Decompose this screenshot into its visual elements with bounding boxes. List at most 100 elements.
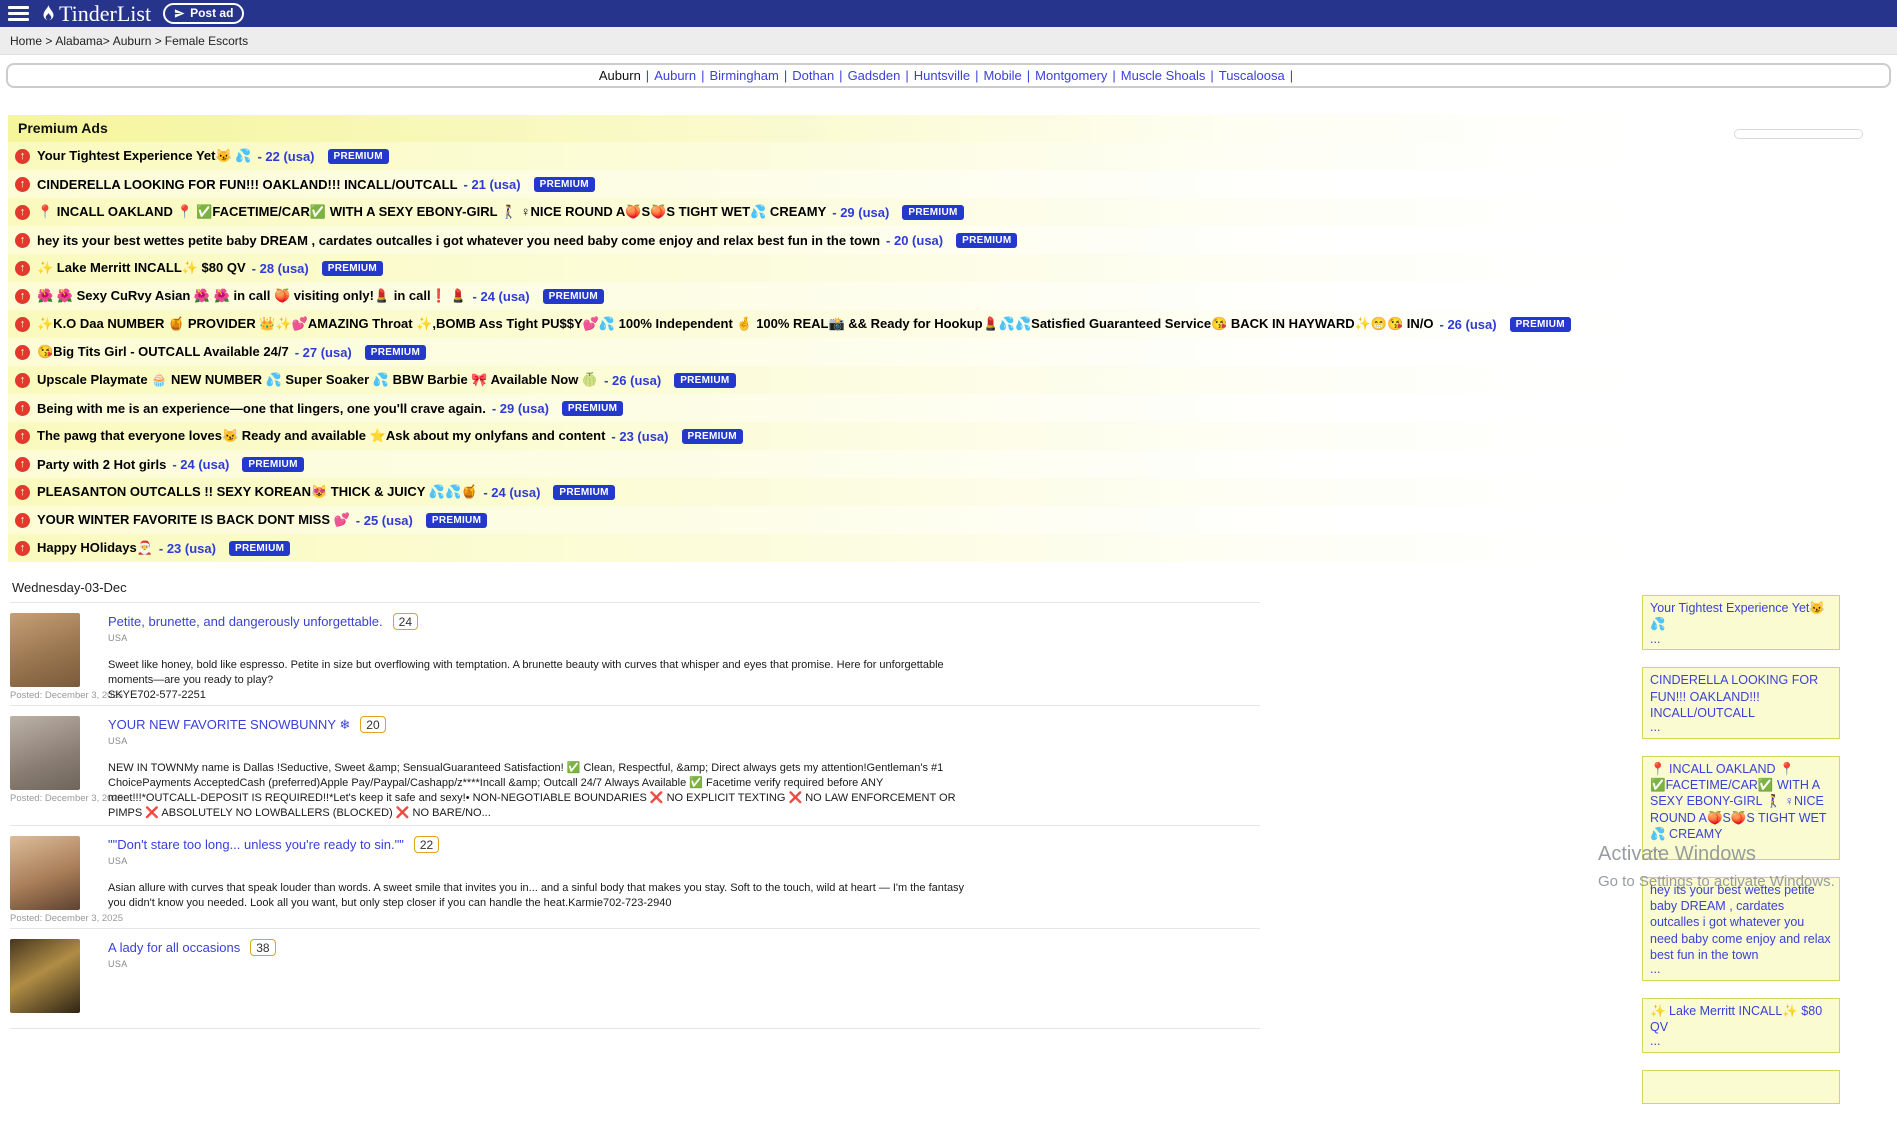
up-arrow-icon: ↑ <box>15 149 30 164</box>
listing-title-link[interactable]: Petite, brunette, and dangerously unforg… <box>108 614 383 629</box>
city-separator: | <box>701 68 704 83</box>
up-arrow-icon: ↑ <box>15 205 30 220</box>
premium-ad-row[interactable]: ↑ Party with 2 Hot girls - 24 (usa) PREM… <box>8 450 1638 478</box>
premium-badge: PREMIUM <box>229 541 290 556</box>
city-separator: | <box>839 68 842 83</box>
city-link[interactable]: Birmingham <box>710 68 779 83</box>
premium-ad-row[interactable]: ↑ Happy HOlidays🎅 - 23 (usa) PREMIUM <box>8 534 1638 562</box>
premium-ad-row[interactable]: ↑ ✨K.O Daa NUMBER 🍯 PROVIDER 👑✨💕AMAZING … <box>8 310 1638 338</box>
premium-badge: PREMIUM <box>562 401 623 416</box>
listing-photo-column <box>10 939 82 1024</box>
post-ad-button[interactable]: Post ad <box>163 3 244 24</box>
sidebar-ad-box[interactable]: hey its your best wettes petite baby DRE… <box>1642 877 1840 981</box>
premium-ad-age: - 23 (usa) <box>611 429 668 444</box>
city-separator: | <box>975 68 978 83</box>
sidebar-ad-box[interactable]: CINDERELLA LOOKING FOR FUN!!! OAKLAND!!!… <box>1642 667 1840 739</box>
up-arrow-icon: ↑ <box>15 345 30 360</box>
breadcrumb-link[interactable]: Female Escorts <box>165 34 248 48</box>
premium-ad-title[interactable]: Your Tightest Experience Yet😼 💦 <box>37 148 251 164</box>
sidebar-ad-box[interactable]: Your Tightest Experience Yet😼 💦 ... <box>1642 595 1840 650</box>
premium-ad-age: - 24 (usa) <box>473 289 530 304</box>
city-link[interactable]: Mobile <box>983 68 1021 83</box>
premium-ad-row[interactable]: ↑ 🌺 🌺 Sexy CuRvy Asian 🌺 🌺 in call 🍑 vis… <box>8 282 1638 310</box>
up-arrow-icon: ↑ <box>15 485 30 500</box>
city-link[interactable]: Montgomery <box>1035 68 1107 83</box>
premium-ad-age: - 29 (usa) <box>832 205 889 220</box>
premium-ad-title[interactable]: The pawg that everyone loves😼 Ready and … <box>37 428 605 444</box>
sidebar-ad-link[interactable]: 📍 INCALL OAKLAND 📍 ✅FACETIME/CAR✅ WITH A… <box>1650 761 1832 842</box>
premium-ad-title[interactable]: ✨ Lake Merritt INCALL✨ $80 QV <box>37 260 246 276</box>
premium-ad-title[interactable]: Upscale Playmate 🧁 NEW NUMBER 💦 Super So… <box>37 372 598 388</box>
premium-ad-title[interactable]: 📍 INCALL OAKLAND 📍 ✅FACETIME/CAR✅ WITH A… <box>37 204 826 220</box>
listings-list: Posted: December 3, 2025 Petite, brunett… <box>10 603 1260 1029</box>
city-separator: | <box>646 68 649 83</box>
age-badge: 38 <box>250 939 275 956</box>
premium-ad-title[interactable]: ✨K.O Daa NUMBER 🍯 PROVIDER 👑✨💕AMAZING Th… <box>37 316 1434 332</box>
sidebar-ad-link[interactable]: ✨ Lake Merritt INCALL✨ $80 QV <box>1650 1003 1832 1036</box>
up-arrow-icon: ↑ <box>15 233 30 248</box>
sidebar-ad-link[interactable]: hey its your best wettes petite baby DRE… <box>1650 882 1832 963</box>
premium-ad-row[interactable]: ↑ CINDERELLA LOOKING FOR FUN!!! OAKLAND!… <box>8 170 1638 198</box>
premium-ad-row[interactable]: ↑ 📍 INCALL OAKLAND 📍 ✅FACETIME/CAR✅ WITH… <box>8 198 1638 226</box>
scrollbar-pill[interactable] <box>1734 129 1863 139</box>
city-link[interactable]: Tuscaloosa <box>1219 68 1285 83</box>
listing-title-row: Petite, brunette, and dangerously unforg… <box>108 613 968 630</box>
premium-ad-row[interactable]: ↑ hey its your best wettes petite baby D… <box>8 226 1638 254</box>
sidebar-ad-ellipsis: ... <box>1650 1035 1832 1049</box>
listing-photo[interactable] <box>10 939 80 1013</box>
city-separator: | <box>905 68 908 83</box>
sidebar-ad-link[interactable]: Your Tightest Experience Yet😼 💦 <box>1650 600 1832 633</box>
city-link[interactable]: Muscle Shoals <box>1121 68 1206 83</box>
premium-ad-row[interactable]: ↑ PLEASANTON OUTCALLS !! SEXY KOREAN😻 TH… <box>8 478 1638 506</box>
listing-title-row: A lady for all occasions 38 <box>108 939 276 956</box>
sidebar-ad-link[interactable]: CINDERELLA LOOKING FOR FUN!!! OAKLAND!!!… <box>1650 672 1832 721</box>
breadcrumb-link[interactable]: Home > <box>10 34 52 48</box>
up-arrow-icon: ↑ <box>15 289 30 304</box>
premium-ad-title[interactable]: YOUR WINTER FAVORITE IS BACK DONT MISS 💕 <box>37 512 350 528</box>
premium-ad-row[interactable]: ↑ 😘Big Tits Girl - OUTCALL Available 24/… <box>8 338 1638 366</box>
premium-ad-age: - 29 (usa) <box>492 401 549 416</box>
premium-ad-row[interactable]: ↑ Your Tightest Experience Yet😼 💦 - 22 (… <box>8 142 1638 170</box>
sidebar-ad-box[interactable]: 📍 INCALL OAKLAND 📍 ✅FACETIME/CAR✅ WITH A… <box>1642 756 1840 860</box>
premium-ad-row[interactable]: ↑ ✨ Lake Merritt INCALL✨ $80 QV - 28 (us… <box>8 254 1638 282</box>
age-badge: 24 <box>393 613 418 630</box>
listing-country: USA <box>108 959 276 969</box>
premium-badge: PREMIUM <box>902 205 963 220</box>
premium-ad-title[interactable]: 🌺 🌺 Sexy CuRvy Asian 🌺 🌺 in call 🍑 visit… <box>37 288 467 304</box>
premium-ad-row[interactable]: ↑ Being with me is an experience—one tha… <box>8 394 1638 422</box>
listing-country: USA <box>108 633 968 643</box>
listing-photo[interactable] <box>10 613 80 687</box>
premium-ad-row[interactable]: ↑ YOUR WINTER FAVORITE IS BACK DONT MISS… <box>8 506 1638 534</box>
brand-logo[interactable]: TinderList <box>41 3 151 25</box>
city-link[interactable]: Auburn <box>654 68 696 83</box>
listing-photo[interactable] <box>10 716 80 790</box>
listing-title-link[interactable]: ""Don't stare too long... unless you're … <box>108 837 404 852</box>
listing-title-link[interactable]: YOUR NEW FAVORITE SNOWBUNNY ❄ <box>108 717 350 733</box>
premium-ad-title[interactable]: PLEASANTON OUTCALLS !! SEXY KOREAN😻 THIC… <box>37 484 477 500</box>
city-link[interactable]: Dothan <box>792 68 834 83</box>
listing-description: NEW IN TOWNMy name is Dallas !Seductive,… <box>108 761 968 820</box>
city-separator: | <box>1210 68 1213 83</box>
posted-date: Posted: December 3, 2025 <box>10 793 82 804</box>
breadcrumb-link[interactable]: Auburn > <box>113 34 162 48</box>
listings-section: Wednesday-03-Dec Posted: December 3, 202… <box>10 576 1260 1029</box>
premium-ad-title[interactable]: Happy HOlidays🎅 <box>37 540 153 556</box>
listing-photo[interactable] <box>10 836 80 910</box>
premium-ad-title[interactable]: 😘Big Tits Girl - OUTCALL Available 24/7 <box>37 344 289 360</box>
city-separator: | <box>1290 68 1293 83</box>
sidebar-ad-box[interactable]: ✨ Lake Merritt INCALL✨ $80 QV ... <box>1642 998 1840 1053</box>
premium-ad-row[interactable]: ↑ Upscale Playmate 🧁 NEW NUMBER 💦 Super … <box>8 366 1638 394</box>
premium-ad-title[interactable]: Being with me is an experience—one that … <box>37 401 486 416</box>
premium-ad-row[interactable]: ↑ The pawg that everyone loves😼 Ready an… <box>8 422 1638 450</box>
premium-ad-title[interactable]: CINDERELLA LOOKING FOR FUN!!! OAKLAND!!!… <box>37 177 458 192</box>
sidebar-ad-box[interactable] <box>1642 1070 1840 1104</box>
breadcrumb-link[interactable]: Alabama> <box>55 34 109 48</box>
premium-ad-title[interactable]: hey its your best wettes petite baby DRE… <box>37 233 880 248</box>
listing-description: Asian allure with curves that speak loud… <box>108 881 968 911</box>
city-link[interactable]: Huntsville <box>914 68 970 83</box>
premium-ad-title[interactable]: Party with 2 Hot girls <box>37 457 166 472</box>
menu-icon[interactable] <box>8 6 29 21</box>
age-badge: 20 <box>360 716 385 733</box>
listing-title-link[interactable]: A lady for all occasions <box>108 940 240 955</box>
city-link[interactable]: Gadsden <box>848 68 901 83</box>
